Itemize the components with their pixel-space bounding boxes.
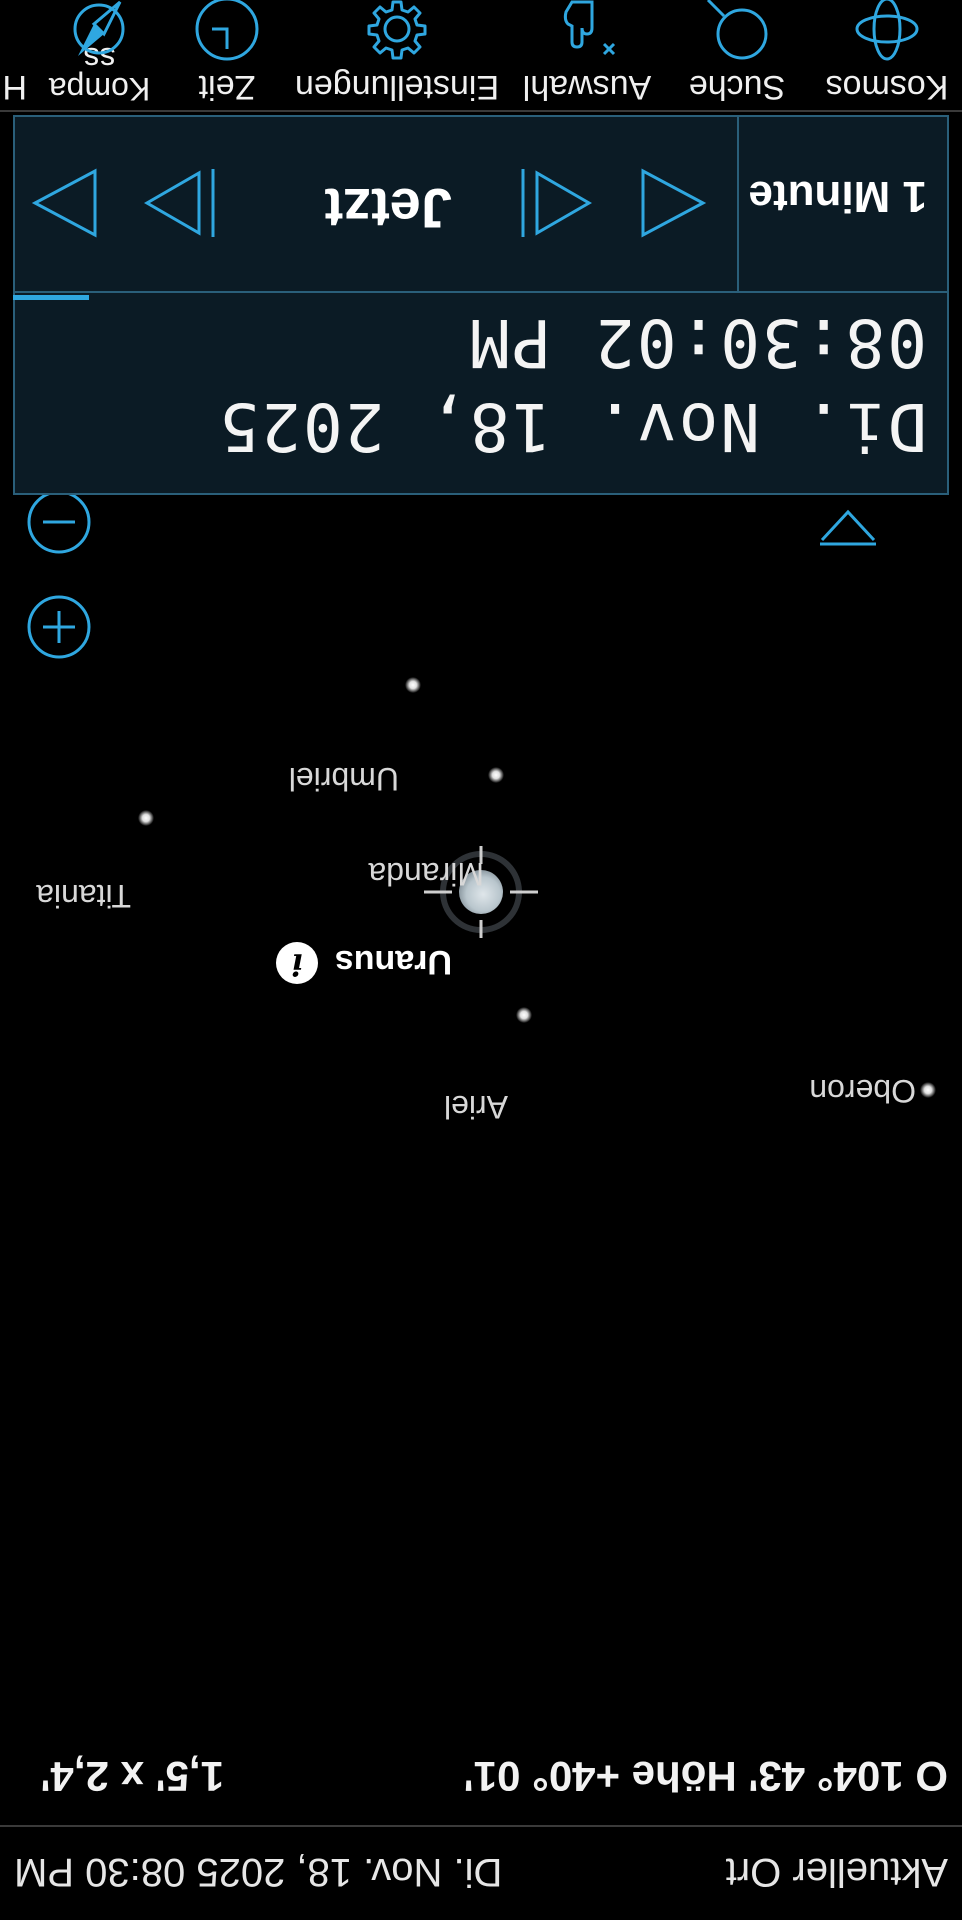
moon-oberon-dot[interactable]	[920, 1082, 936, 1098]
moon-label-titania[interactable]: Titania	[36, 877, 131, 914]
sky-canvas	[138, 677, 936, 1098]
toolbar-help[interactable]: H	[0, 0, 27, 110]
zoom-out-button[interactable]	[27, 490, 91, 554]
search-icon	[706, 0, 768, 60]
play-forward-icon	[31, 168, 97, 238]
toolbar-einstellungen-label: Einstellungen	[294, 68, 500, 106]
toolbar-auswahl[interactable]: Auswahl	[512, 0, 662, 110]
moon-umbriel-dot[interactable]	[405, 677, 421, 693]
toolbar-suche-label: Suche	[688, 68, 786, 106]
toolbar-zeit-label: Zeit	[198, 68, 256, 106]
moon-titania-dot[interactable]	[138, 810, 154, 826]
current-location[interactable]: Aktueller Ort	[726, 1849, 948, 1894]
step-reverse-icon	[521, 169, 593, 237]
toolbar-suche[interactable]: Suche	[662, 0, 812, 110]
status-divider	[0, 1825, 962, 1827]
object-info-icon[interactable]: i	[276, 942, 318, 984]
current-datetime: Di. Nov. 18, 2025 08:30 PM	[14, 1850, 503, 1894]
compass-icon	[74, 0, 125, 56]
status-bar: Aktueller Ort Di. Nov. 18, 2025 08:30 PM	[0, 1830, 962, 1920]
moon-label-oberon[interactable]: Oberon	[809, 1072, 916, 1109]
gear-icon	[367, 0, 427, 60]
pointer-hand-icon	[563, 0, 616, 56]
step-forward-icon	[143, 169, 215, 237]
time-field-cursor	[13, 295, 89, 300]
moon-label-umbriel[interactable]: Umbriel	[289, 760, 399, 797]
step-forward-button[interactable]	[127, 115, 227, 291]
info-bar: O 104° 43' Höhe +40° 01' 1,5' x 2,4'	[0, 1738, 962, 1818]
time-panel-divider	[15, 291, 947, 293]
planet-label-uranus[interactable]: Uranus	[335, 942, 452, 981]
sky-view[interactable]: Oberon Ariel Miranda Titania Umbriel Ura…	[0, 410, 962, 1730]
moon-label-ariel[interactable]: Ariel	[444, 1088, 508, 1125]
time-step-label: 1 Minute	[748, 172, 927, 221]
step-back-fast-button[interactable]	[507, 115, 607, 291]
toolbar-auswahl-label: Auswahl	[522, 68, 652, 106]
moon-label-miranda[interactable]: Miranda	[368, 855, 484, 892]
step-back-button[interactable]	[621, 115, 721, 291]
clock-icon	[195, 0, 259, 61]
time-step-selector[interactable]: 1 Minute	[737, 115, 947, 291]
now-button[interactable]: Jetzt	[324, 176, 452, 241]
time-clock[interactable]: 08:30:02 PM	[468, 304, 927, 381]
coordinates-readout: O 104° 43' Höhe +40° 01'	[463, 1753, 948, 1800]
toolbar-einstellungen[interactable]: Einstellungen	[282, 0, 512, 110]
toolbar-kosmos[interactable]: Kosmos	[812, 0, 962, 110]
toolbar-kompass[interactable]: Kompa ss	[37, 0, 162, 110]
orbit-icon	[855, 0, 919, 61]
app-screen: Aktueller Ort Di. Nov. 18, 2025 08:30 PM…	[0, 0, 962, 1920]
step-forward-fast-button[interactable]	[17, 115, 117, 291]
zoom-in-button[interactable]	[27, 595, 91, 659]
toolbar-zeit[interactable]: Zeit	[172, 0, 282, 110]
time-panel: Di. Nov. 18, 2025 08:30:02 PM 1 Minute J…	[13, 115, 949, 495]
field-size-readout: 1,5' x 2,4'	[40, 1753, 224, 1800]
play-reverse-icon	[641, 168, 707, 238]
moon-ariel-dot[interactable]	[516, 1007, 532, 1023]
moon-miranda-dot[interactable]	[488, 767, 504, 783]
time-date[interactable]: Di. Nov. 18, 2025	[217, 388, 927, 465]
collapse-panel-button[interactable]	[816, 502, 880, 552]
toolbar-help-label: H	[2, 68, 27, 106]
bottom-toolbar: Kosmos Suche Auswahl Einstellungen Zeit …	[0, 0, 962, 112]
toolbar-kosmos-label: Kosmos	[825, 68, 949, 106]
